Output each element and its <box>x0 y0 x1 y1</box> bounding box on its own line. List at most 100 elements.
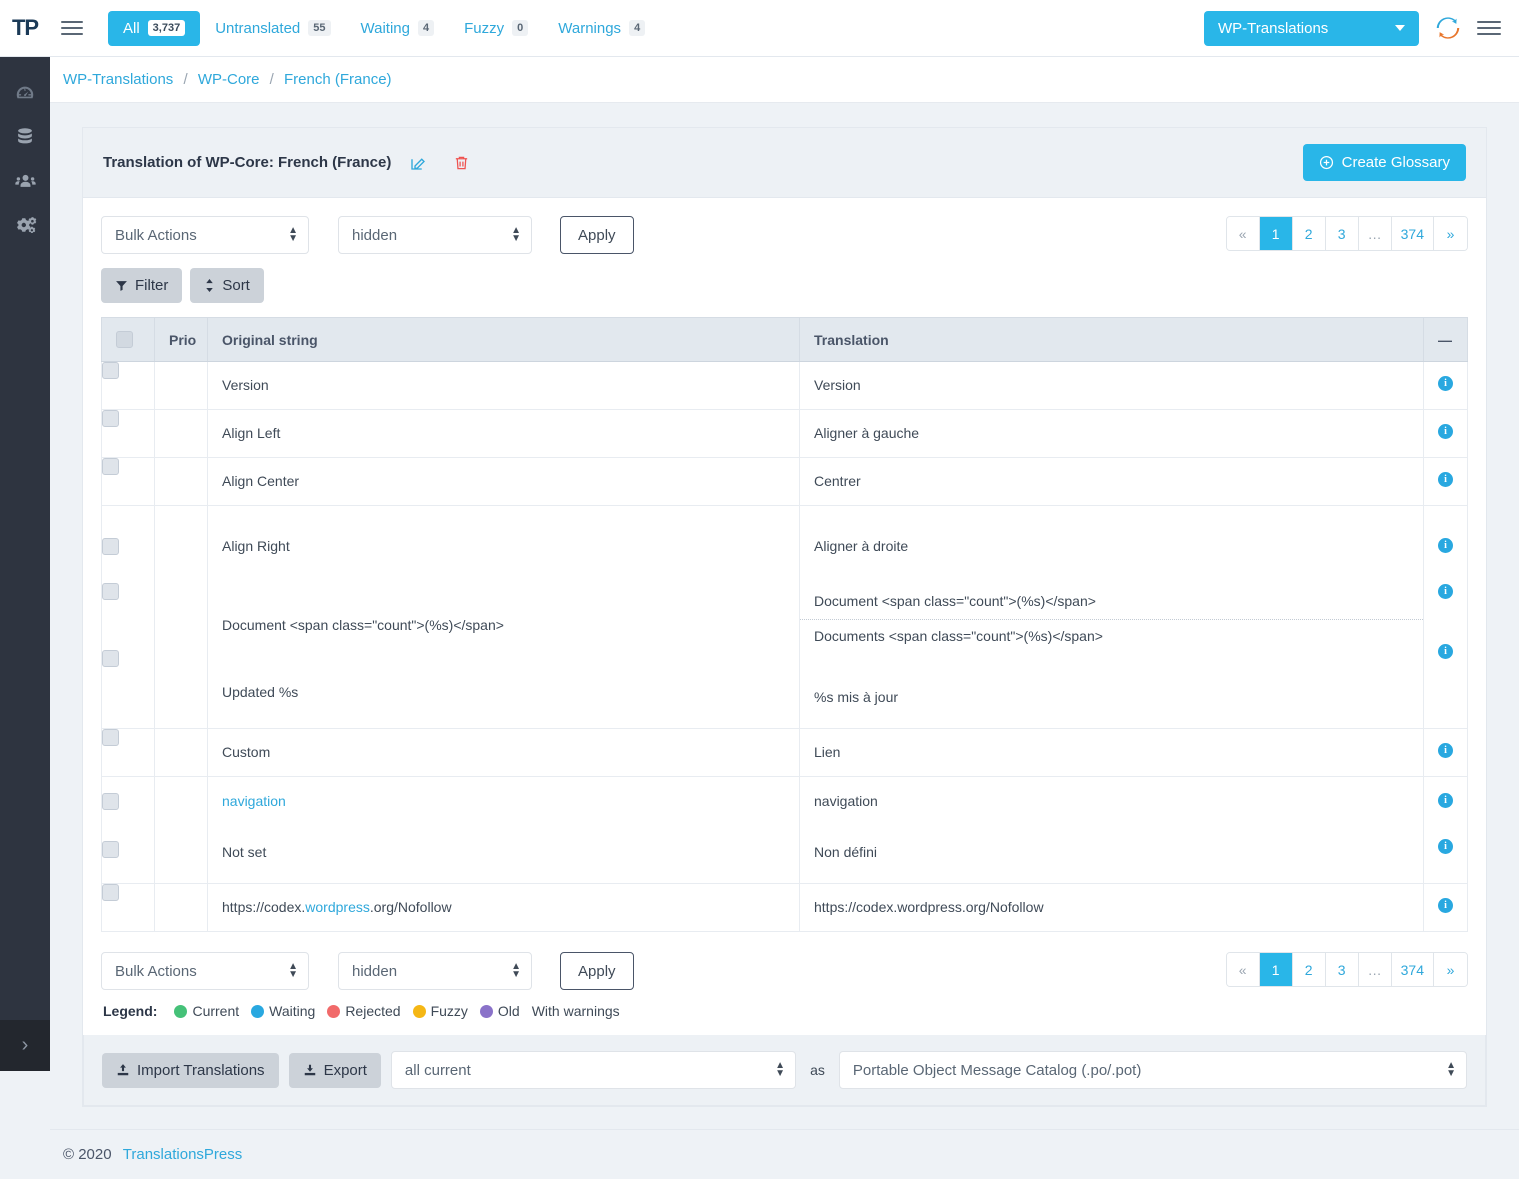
pagination-last[interactable]: » <box>1434 953 1467 986</box>
info-circle-icon[interactable]: i <box>1438 472 1453 487</box>
row-translation-cell[interactable]: Version <box>799 361 1424 410</box>
app-menu-icon[interactable] <box>1477 21 1503 35</box>
row-checkbox[interactable] <box>102 410 119 427</box>
breadcrumb-item-2[interactable]: French (France) <box>284 71 392 88</box>
apply-button-bottom[interactable]: Apply <box>560 952 634 990</box>
pagination-page-3[interactable]: 3 <box>1325 217 1359 250</box>
tab-all[interactable]: All 3,737 <box>108 10 201 46</box>
pagination-first[interactable]: « <box>1226 953 1260 986</box>
table-row-group[interactable]: Align Right Document <span class="count"… <box>101 505 1468 729</box>
trash-icon[interactable] <box>453 154 470 172</box>
info-circle-icon[interactable]: i <box>1438 898 1453 913</box>
sidebar-item-dashboard[interactable] <box>0 71 50 115</box>
url-link-part[interactable]: wordpress <box>305 899 370 915</box>
hamburger-line <box>61 33 83 35</box>
translation-text-plural: Documents <span class="count">(%s)</span… <box>800 619 1423 669</box>
legend: Legend: Current Waiting Rejected Fuzzy O… <box>101 990 1468 1035</box>
pagination-top: « 1 2 3 … 374 » <box>1225 216 1468 251</box>
breadcrumb-item-1[interactable]: WP-Core <box>198 71 260 88</box>
sync-refresh-icon[interactable] <box>1435 15 1461 41</box>
row-translation-cell[interactable]: Lien <box>799 728 1424 777</box>
bulk-actions-select[interactable]: Bulk Actions <box>101 216 309 254</box>
row-translation-cell[interactable]: Centrer <box>799 457 1424 506</box>
export-button[interactable]: Export <box>288 1052 381 1088</box>
brand-logo[interactable]: TP <box>0 15 50 41</box>
info-circle-icon[interactable]: i <box>1438 584 1453 599</box>
table-row-group[interactable]: navigation Not set navigation Non défini <box>101 776 1468 884</box>
import-translations-button[interactable]: Import Translations <box>102 1052 279 1088</box>
pagination-page-2[interactable]: 2 <box>1292 953 1326 986</box>
sort-button[interactable]: Sort <box>190 268 264 303</box>
th-translation[interactable]: Translation <box>799 317 1424 362</box>
table-row[interactable]: Version Version i <box>101 361 1468 410</box>
original-text-link[interactable]: navigation <box>222 793 286 809</box>
content-wrapper: Translation of WP-Core: French (France) <box>50 103 1519 1129</box>
th-collapse[interactable]: — <box>1423 317 1468 362</box>
pagination-page-374[interactable]: 374 <box>1391 217 1434 250</box>
pagination-last[interactable]: » <box>1434 217 1467 250</box>
info-circle-icon[interactable]: i <box>1438 376 1453 391</box>
filter-button[interactable]: Filter <box>101 268 183 303</box>
sidebar-toggle-icon[interactable] <box>50 21 94 35</box>
export-scope-select[interactable]: all current <box>390 1051 797 1089</box>
row-checkbox[interactable] <box>102 458 119 475</box>
table-row[interactable]: https://codex.wordpress.org/Nofollow htt… <box>101 883 1468 932</box>
row-checkbox-cell <box>101 728 155 777</box>
info-circle-icon[interactable]: i <box>1438 538 1453 553</box>
table-row[interactable]: Align Center Centrer i <box>101 457 1468 506</box>
row-prio-cell <box>154 409 208 458</box>
visibility-select[interactable]: hidden <box>338 216 532 254</box>
legend-text-rejected: Rejected <box>345 1003 401 1019</box>
info-circle-icon[interactable]: i <box>1438 839 1453 854</box>
pagination-page-3[interactable]: 3 <box>1325 953 1359 986</box>
th-original[interactable]: Original string <box>207 317 800 362</box>
row-checkbox[interactable] <box>102 729 119 746</box>
tab-untranslated[interactable]: Untranslated 55 <box>200 11 345 46</box>
table-row[interactable]: Custom Lien i <box>101 728 1468 777</box>
pagination-page-374[interactable]: 374 <box>1391 953 1434 986</box>
row-checkbox[interactable] <box>102 841 119 858</box>
bulk-actions-select-bottom[interactable]: Bulk Actions <box>101 952 309 990</box>
row-translation-cell[interactable]: https://codex.wordpress.org/Nofollow <box>799 883 1424 932</box>
row-translation-cell[interactable]: navigation Non défini <box>799 776 1424 884</box>
row-checkbox[interactable] <box>102 583 119 600</box>
row-translation-cell[interactable]: Aligner à gauche <box>799 409 1424 458</box>
tab-warnings[interactable]: Warnings 4 <box>543 11 660 46</box>
project-selector[interactable]: WP-Translations <box>1204 10 1419 46</box>
top-bar: TP All 3,737 Untranslated 55 Waiting 4 F… <box>0 0 1519 57</box>
info-circle-icon[interactable]: i <box>1438 743 1453 758</box>
pagination-page-1[interactable]: 1 <box>1259 217 1293 250</box>
sidebar-item-users[interactable] <box>0 159 50 203</box>
table-row[interactable]: Align Left Aligner à gauche i <box>101 409 1468 458</box>
info-circle-icon[interactable]: i <box>1438 424 1453 439</box>
apply-button-top[interactable]: Apply <box>560 216 634 254</box>
sidebar-item-settings[interactable] <box>0 203 50 247</box>
row-checkbox[interactable] <box>102 650 119 667</box>
translation-text: Aligner à gauche <box>814 425 920 441</box>
upload-icon <box>117 1064 129 1076</box>
tab-waiting[interactable]: Waiting 4 <box>346 11 450 46</box>
legend-text-old: Old <box>497 1003 520 1019</box>
pagination-first[interactable]: « <box>1226 217 1260 250</box>
row-checkbox[interactable] <box>102 884 119 901</box>
visibility-select-bottom[interactable]: hidden <box>338 952 532 990</box>
tab-fuzzy[interactable]: Fuzzy 0 <box>449 11 543 46</box>
breadcrumb-item-0[interactable]: WP-Translations <box>63 71 173 88</box>
sidebar-item-database[interactable] <box>0 115 50 159</box>
row-checkbox[interactable] <box>102 362 119 379</box>
row-checkbox[interactable] <box>102 793 119 810</box>
info-circle-icon[interactable]: i <box>1438 644 1453 659</box>
info-circle-icon[interactable]: i <box>1438 793 1453 808</box>
legend-dot-rejected <box>327 1004 341 1018</box>
edit-pencil-icon[interactable] <box>409 154 427 172</box>
sidebar-expand-toggle[interactable]: › <box>0 1020 50 1071</box>
select-all-checkbox[interactable] <box>116 331 133 348</box>
create-glossary-button[interactable]: Create Glossary <box>1302 144 1466 181</box>
row-translation-cell[interactable]: Aligner à droite Document <span class="c… <box>799 505 1424 729</box>
th-prio[interactable]: Prio <box>154 317 208 362</box>
footer-link[interactable]: TranslationsPress <box>123 1146 243 1163</box>
pagination-page-2[interactable]: 2 <box>1292 217 1326 250</box>
pagination-page-1[interactable]: 1 <box>1259 953 1293 986</box>
export-format-select[interactable]: Portable Object Message Catalog (.po/.po… <box>838 1051 1467 1089</box>
row-checkbox[interactable] <box>102 538 119 555</box>
